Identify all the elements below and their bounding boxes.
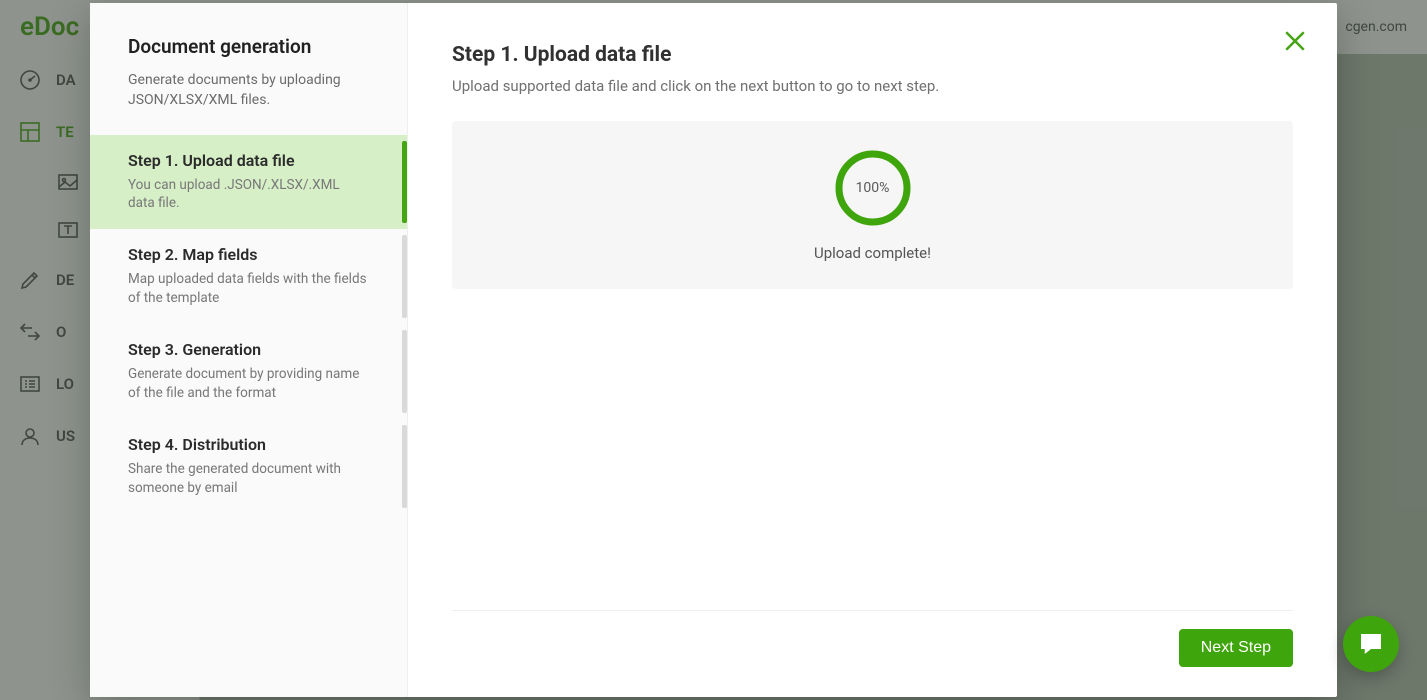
- modal-title: Document generation: [128, 35, 369, 58]
- modal-subtitle: Generate documents by uploading JSON/XLS…: [128, 70, 369, 111]
- chat-fab[interactable]: [1343, 616, 1399, 672]
- step-indicator: [402, 141, 407, 224]
- step-desc: Map uploaded data fields with the fields…: [128, 270, 369, 308]
- step-title: Step 1. Upload data file: [128, 151, 369, 170]
- step-indicator: [402, 235, 407, 318]
- step-desc: You can upload .JSON/.XLSX/.XML data fil…: [128, 176, 369, 214]
- modal-sidebar-header: Document generation Generate documents b…: [90, 35, 407, 135]
- step-desc: Generate document by providing name of t…: [128, 365, 369, 403]
- step-indicator: [402, 425, 407, 508]
- step-indicator: [402, 330, 407, 413]
- progress-percent-label: 100%: [833, 148, 913, 228]
- main-subtitle: Upload supported data file and click on …: [452, 77, 1293, 95]
- step-title: Step 3. Generation: [128, 340, 369, 359]
- upload-status-text: Upload complete!: [814, 244, 931, 262]
- modal-footer: Next Step: [452, 610, 1293, 667]
- chat-icon: [1356, 629, 1386, 659]
- progress-ring: 100%: [833, 148, 913, 228]
- step-1-upload[interactable]: Step 1. Upload data file You can upload …: [90, 135, 407, 230]
- step-title: Step 4. Distribution: [128, 435, 369, 454]
- step-title: Step 2. Map fields: [128, 245, 369, 264]
- upload-panel: 100% Upload complete!: [452, 121, 1293, 289]
- step-desc: Share the generated document with someon…: [128, 460, 369, 498]
- document-generation-modal: Document generation Generate documents b…: [90, 3, 1337, 697]
- modal-sidebar: Document generation Generate documents b…: [90, 3, 408, 697]
- step-3-generation[interactable]: Step 3. Generation Generate document by …: [90, 324, 407, 419]
- modal-main: Step 1. Upload data file Upload supporte…: [408, 3, 1337, 697]
- main-title: Step 1. Upload data file: [452, 43, 1293, 67]
- step-2-map-fields[interactable]: Step 2. Map fields Map uploaded data fie…: [90, 229, 407, 324]
- next-step-button[interactable]: Next Step: [1179, 629, 1293, 667]
- step-4-distribution[interactable]: Step 4. Distribution Share the generated…: [90, 419, 407, 514]
